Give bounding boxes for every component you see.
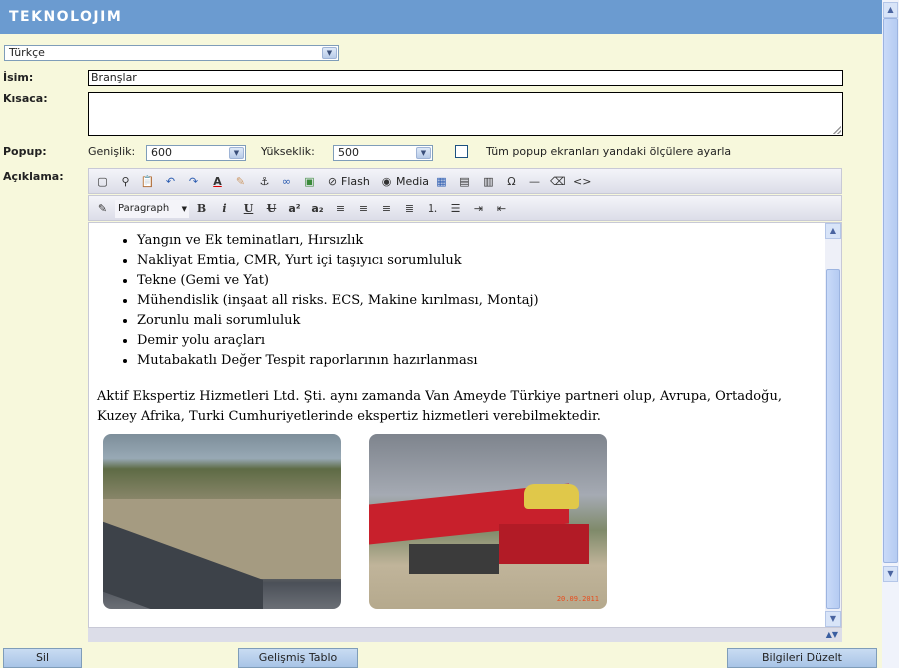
crane-tarp	[524, 484, 579, 509]
crane-photo: 20.09.2011	[369, 434, 607, 609]
table-icon[interactable]: ▦	[434, 174, 449, 189]
anchor-icon[interactable]: ⚓	[257, 174, 272, 189]
list-item: Zorunlu mali sorumluluk	[137, 311, 819, 331]
editor-scroll-thumb[interactable]	[826, 269, 840, 609]
crane-body	[499, 524, 589, 564]
horizontal-rule-icon[interactable]: —	[527, 174, 542, 189]
bold-button[interactable]: B	[194, 201, 209, 216]
format-select-value: Paragraph	[118, 203, 170, 214]
photo-date-stamp: 20.09.2011	[556, 595, 599, 603]
company-paragraph: Aktif Ekspertiz Hizmetleri Ltd. Şti. ayn…	[97, 389, 782, 424]
text-color-icon[interactable]: A	[210, 174, 225, 189]
chevron-down-icon: ▼	[181, 205, 187, 213]
chevron-down-icon: ▼	[229, 147, 244, 159]
list-item: Tekne (Gemi ve Yat)	[137, 271, 819, 291]
popup-width-select[interactable]: 600 ▼	[146, 145, 246, 161]
superscript-button[interactable]: a²	[287, 201, 302, 216]
editor-resize-bar[interactable]: ▲▼	[88, 628, 842, 642]
indent-icon[interactable]: ⇥	[471, 201, 486, 216]
scroll-down-icon[interactable]: ▼	[883, 566, 898, 582]
align-justify-icon[interactable]: ≣	[402, 201, 417, 216]
flood-photo	[103, 434, 341, 609]
underline-button[interactable]: U	[241, 201, 256, 216]
chevron-down-icon: ▼	[416, 147, 431, 159]
popup-height-label: Yükseklik:	[261, 145, 315, 158]
name-label: İsim:	[3, 71, 34, 84]
list-item: Mutabakatlı Değer Tespit raporlarının ha…	[137, 351, 819, 371]
strikethrough-button[interactable]: U	[264, 201, 279, 216]
list-item: Nakliyat Emtia, CMR, Yurt içi taşıyıcı s…	[137, 251, 819, 271]
format-select[interactable]: Paragraph ▼	[115, 200, 189, 218]
align-left-icon[interactable]: ≡	[333, 201, 348, 216]
editor-scrollbar[interactable]: ▲ ▼	[825, 223, 841, 627]
popup-width-label: Genişlik:	[88, 145, 136, 158]
resize-arrows-icon[interactable]: ▲▼	[826, 630, 838, 639]
resize-grip-icon[interactable]	[833, 126, 841, 134]
eraser-icon[interactable]: ⌫	[550, 174, 566, 189]
truck	[409, 544, 499, 574]
name-input[interactable]: Branşlar	[88, 70, 843, 86]
media-icon[interactable]: ◉	[379, 174, 394, 189]
scroll-up-icon[interactable]: ▲	[883, 2, 898, 18]
delete-button[interactable]: Sil	[3, 648, 82, 668]
update-button[interactable]: Bilgileri Düzelt	[727, 648, 877, 668]
highlight-icon[interactable]: ✎	[233, 174, 248, 189]
editor-toolbar-top: ▢ ⚲ 📋 ↶ ↷ A ✎ ⚓ ∞ ▣ ⊘ Flash ◉ Media ▦ ▤ …	[88, 168, 842, 194]
list-item: Yangın ve Ek teminatları, Hırsızlık	[137, 231, 819, 251]
popup-width-value: 600	[151, 146, 172, 159]
format-icon: ✎	[97, 202, 108, 215]
advanced-table-button[interactable]: Gelişmiş Tablo	[238, 648, 358, 668]
editor-toolbar-bottom: ✎ Paragraph ▼ B i U U a² a₂ ≡ ≡ ≡ ≣ ⒈ ☰ …	[88, 195, 842, 221]
redo-icon[interactable]: ↷	[186, 174, 201, 189]
undo-icon[interactable]: ↶	[163, 174, 178, 189]
paste-icon[interactable]: 📋	[140, 174, 155, 189]
short-description-textarea[interactable]	[88, 92, 843, 136]
table-edit-icon[interactable]: ▤	[457, 174, 472, 189]
popup-apply-all-checkbox[interactable]	[455, 145, 468, 158]
unordered-list-icon[interactable]: ☰	[448, 201, 463, 216]
short-description-label: Kısaca:	[3, 92, 48, 105]
popup-label: Popup:	[3, 145, 47, 158]
flash-button[interactable]: Flash	[341, 173, 370, 190]
media-button[interactable]: Media	[396, 173, 429, 190]
page-scrollbar[interactable]: ▲ ▼	[882, 0, 899, 668]
list-item: Mühendislik (inşaat all risks. ECS, Maki…	[137, 291, 819, 311]
popup-height-value: 500	[338, 146, 359, 159]
align-right-icon[interactable]: ≡	[379, 201, 394, 216]
align-center-icon[interactable]: ≡	[356, 201, 371, 216]
language-select[interactable]: Türkçe ▼	[4, 45, 339, 61]
editor-content[interactable]: Yangın ve Ek teminatları, Hırsızlık Nakl…	[97, 231, 819, 427]
ordered-list-icon[interactable]: ⒈	[425, 201, 440, 216]
scroll-down-icon[interactable]: ▼	[825, 611, 841, 627]
subscript-button[interactable]: a₂	[310, 201, 325, 216]
scroll-up-icon[interactable]: ▲	[825, 223, 841, 239]
fullscreen-icon[interactable]: ▢	[95, 174, 110, 189]
outdent-icon[interactable]: ⇤	[494, 201, 509, 216]
app-header: TEKNOLOJIM	[0, 0, 882, 34]
app-logo: TEKNOLOJIM	[9, 9, 123, 25]
link-icon[interactable]: ∞	[279, 174, 294, 189]
source-code-icon[interactable]: <>	[573, 174, 591, 189]
branch-list: Yangın ve Ek teminatları, Hırsızlık Nakl…	[137, 231, 819, 371]
description-label: Açıklama:	[3, 170, 64, 183]
flash-icon[interactable]: ⊘	[325, 174, 340, 189]
image-icon[interactable]: ▣	[302, 174, 317, 189]
language-select-value: Türkçe	[9, 46, 45, 59]
special-char-icon[interactable]: Ω	[504, 174, 519, 189]
chevron-down-icon: ▼	[322, 47, 337, 59]
page-scroll-thumb[interactable]	[883, 18, 898, 563]
italic-button[interactable]: i	[217, 201, 232, 216]
find-icon[interactable]: ⚲	[118, 174, 133, 189]
template-icon[interactable]: ▥	[481, 174, 496, 189]
popup-apply-all-label: Tüm popup ekranları yandaki ölçülere aya…	[486, 145, 732, 158]
popup-height-select[interactable]: 500 ▼	[333, 145, 433, 161]
list-item: Demir yolu araçları	[137, 331, 819, 351]
